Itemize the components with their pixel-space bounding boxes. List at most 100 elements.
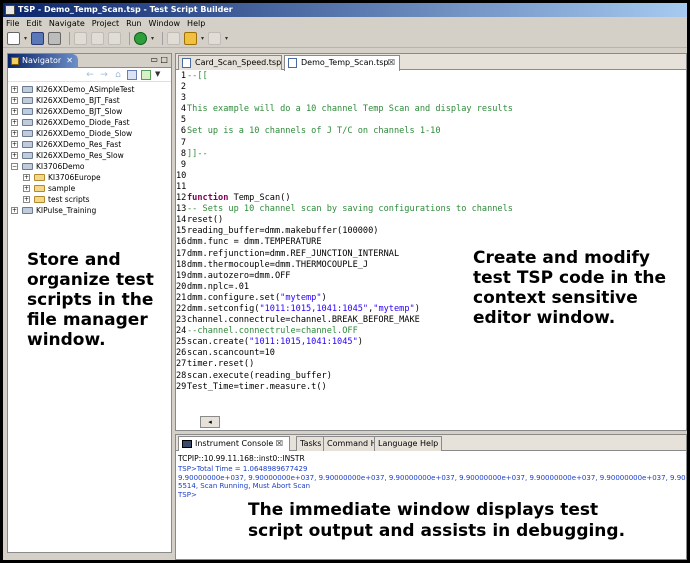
copy-icon[interactable] [91, 32, 105, 45]
menu-navigate[interactable]: Navigate [49, 19, 85, 28]
close-icon[interactable]: ✕ [66, 54, 73, 68]
paste-icon[interactable] [108, 32, 122, 45]
expand-icon[interactable]: + [11, 97, 18, 104]
back-dropdown-icon[interactable]: ▾ [201, 35, 204, 42]
forward-icon[interactable] [208, 32, 222, 45]
new-file-icon[interactable] [7, 32, 20, 45]
code-line[interactable]: 16 dmm.func = dmm.TEMPERATURE [176, 237, 686, 248]
expand-icon[interactable]: + [23, 196, 30, 203]
tab-label: Language Help [378, 439, 439, 448]
console-output[interactable]: TSP>Total Time = 1.0648989677429 9.90000… [178, 465, 686, 499]
expand-icon[interactable]: + [11, 119, 18, 126]
forward-dropdown-icon[interactable]: ▾ [225, 35, 228, 42]
code-line[interactable]: 13 -- Sets up 10 channel scan by saving c… [176, 204, 686, 215]
up-folder-icon[interactable]: ⌂ [113, 70, 123, 80]
back-arrow-icon[interactable]: ← [85, 70, 95, 80]
code-editor[interactable]: 1 --[[2 3 4 This example will do a 10 channe… [176, 71, 686, 411]
tab-demo-temp-scan[interactable]: Demo_Temp_Scan.tsp ☒ [284, 55, 400, 71]
expand-icon[interactable]: + [11, 141, 18, 148]
tab-tasks[interactable]: Tasks [296, 436, 326, 451]
save-icon[interactable] [31, 32, 45, 45]
run-icon[interactable] [134, 32, 148, 45]
expand-icon[interactable]: + [11, 152, 18, 159]
code-text: ]]-- [187, 149, 208, 160]
code-line[interactable]: 12 function Temp_Scan() [176, 193, 686, 204]
code-text: --channel.connectrule=channel.OFF [187, 326, 358, 337]
code-token: ) [357, 337, 363, 348]
code-line[interactable]: 11 [176, 182, 686, 193]
menu-project[interactable]: Project [92, 19, 119, 28]
new-dropdown-icon[interactable]: ▾ [24, 35, 27, 42]
navigator-tab[interactable]: Navigator ✕ [8, 54, 78, 68]
code-line[interactable]: 29 Test_Time=timer.measure.t() [176, 382, 686, 393]
collapse-all-icon[interactable] [127, 69, 137, 80]
navigator-toolbar: ← → ⌂ ▼ [8, 68, 171, 82]
code-line[interactable]: 2 [176, 82, 686, 93]
menu-window[interactable]: Window [149, 19, 181, 28]
code-line[interactable]: 27 timer.reset() [176, 359, 686, 370]
view-menu-icon[interactable]: ▼ [155, 70, 165, 80]
expand-icon[interactable]: + [11, 207, 18, 214]
back-icon[interactable] [184, 32, 198, 45]
tree-item[interactable]: + KI26XXDemo_Res_Slow [8, 150, 171, 161]
code-line[interactable]: 28 scan.execute(reading_buffer) [176, 371, 686, 382]
collapse-icon[interactable]: − [11, 163, 18, 170]
expand-icon[interactable]: + [11, 108, 18, 115]
code-line[interactable]: 10 [176, 171, 686, 182]
tree-item[interactable]: + KI26XXDemo_ASimpleTest [8, 84, 171, 95]
line-number: 23 [176, 315, 187, 326]
menu-run[interactable]: Run [126, 19, 141, 28]
tab-instrument-console[interactable]: Instrument Console ☒ [178, 436, 290, 451]
code-token: "mytemp" [280, 292, 322, 303]
next-annotation-icon[interactable] [167, 32, 181, 45]
code-token: --channel.connectrule=channel.OFF [187, 326, 358, 337]
tree-item[interactable]: − KI3706Demo [8, 161, 171, 172]
code-line[interactable]: 1 --[[ [176, 71, 686, 82]
tree-item[interactable]: + KI26XXDemo_Diode_Slow [8, 128, 171, 139]
code-line[interactable]: 6 Set up is a 10 channels of J T/C on cha… [176, 126, 686, 137]
code-token: "1011:1015,1041:1045" [249, 337, 358, 348]
cut-icon[interactable] [74, 32, 88, 45]
tree-item[interactable]: + test scripts [8, 194, 171, 205]
tree-item[interactable]: + KI26XXDemo_BJT_Slow [8, 106, 171, 117]
close-tab-icon[interactable]: ☒ [276, 439, 283, 448]
expand-icon[interactable]: + [23, 174, 30, 181]
tree-item[interactable]: + KI26XXDemo_Res_Fast [8, 139, 171, 150]
scroll-left-icon[interactable]: ◂ [200, 416, 220, 428]
code-text: function Temp_Scan() [187, 193, 291, 204]
code-line[interactable]: 7 [176, 138, 686, 149]
print-icon[interactable] [48, 32, 62, 45]
tab-card-scan-speed[interactable]: Card_Scan_Speed.tsp [178, 55, 282, 70]
code-line[interactable]: 3 [176, 93, 686, 104]
toolbar-separator [129, 32, 131, 45]
tab-language-help[interactable]: Language Help [374, 436, 443, 451]
menu-edit[interactable]: Edit [26, 19, 42, 28]
line-number: 29 [176, 381, 187, 392]
code-line[interactable]: 9 [176, 160, 686, 171]
code-line[interactable]: 15 reading_buffer=dmm.makebuffer(100000) [176, 226, 686, 237]
tree-item[interactable]: + KIPulse_Training [8, 205, 171, 216]
menu-file[interactable]: File [6, 19, 19, 28]
code-line[interactable]: 8]]-- [176, 149, 686, 160]
code-line[interactable]: 5 [176, 115, 686, 126]
code-line[interactable]: 25 scan.create("1011:1015,1041:1045") [176, 337, 686, 348]
run-dropdown-icon[interactable]: ▾ [151, 35, 154, 42]
forward-arrow-icon[interactable]: → [99, 70, 109, 80]
tree-item[interactable]: + KI26XXDemo_Diode_Fast [8, 117, 171, 128]
link-editor-icon[interactable] [141, 69, 151, 80]
code-line[interactable]: 14 reset() [176, 215, 686, 226]
close-tab-icon[interactable]: ☒ [388, 56, 395, 70]
code-line[interactable]: 26 scan.scancount=10 [176, 348, 686, 359]
expand-icon[interactable]: + [11, 86, 18, 93]
code-token: dmm.func = dmm.TEMPERATURE [187, 237, 322, 248]
code-text: dmm.configure.set("mytemp") [187, 293, 327, 304]
expand-icon[interactable]: + [11, 130, 18, 137]
minimize-maximize-icon[interactable]: ▭ □ [150, 55, 168, 64]
tree-item[interactable]: + KI26XXDemo_BJT_Fast [8, 95, 171, 106]
tree-item[interactable]: + sample [8, 183, 171, 194]
line-number: 4 [180, 104, 186, 115]
menu-help[interactable]: Help [187, 19, 205, 28]
code-line[interactable]: 4 This example will do a 10 channel Temp … [176, 104, 686, 115]
tree-item[interactable]: + KI3706Europe [8, 172, 171, 183]
expand-icon[interactable]: + [23, 185, 30, 192]
